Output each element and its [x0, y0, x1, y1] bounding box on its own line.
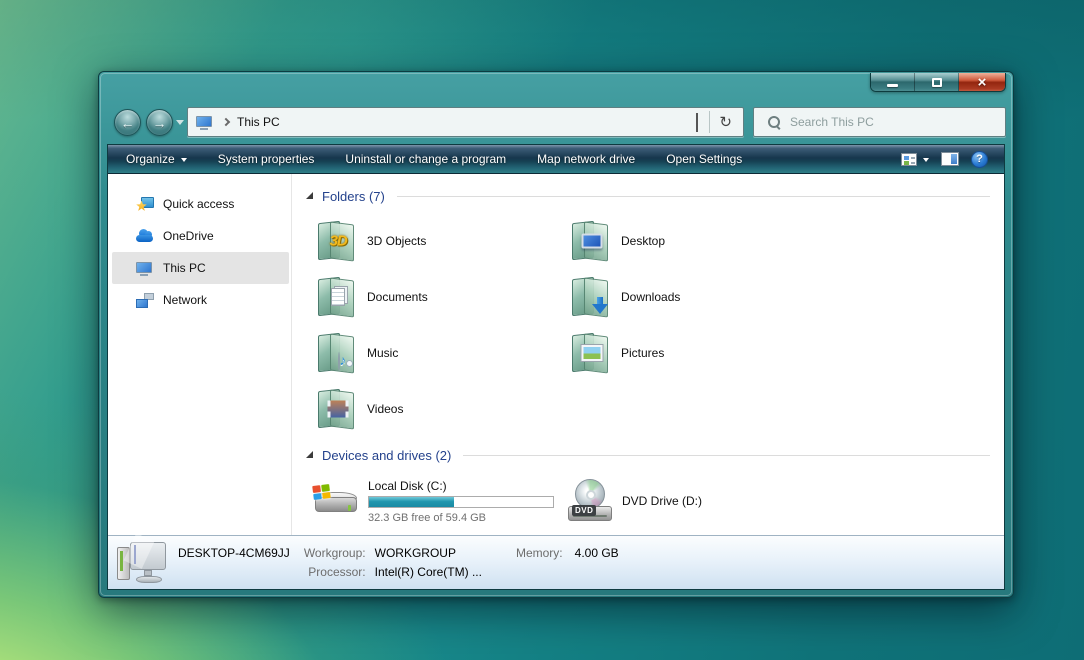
drives-grid: Local Disk (C:) 32.3 GB free of 59.4 GB … — [312, 477, 994, 524]
toolbar-right-group: ? — [901, 151, 1004, 168]
navigation-pane: Quick access OneDrive This PC Network — [108, 174, 291, 535]
sidebar-item-onedrive[interactable]: OneDrive — [112, 220, 289, 252]
maximize-icon — [932, 78, 942, 87]
folder-item-music[interactable]: Music — [314, 325, 568, 381]
maximize-button[interactable] — [915, 73, 959, 91]
divider — [709, 111, 710, 133]
memory-field: Memory: 4.00 GB — [516, 546, 619, 560]
open-settings-button[interactable]: Open Settings — [666, 152, 742, 166]
recent-pages-dropdown-icon[interactable] — [176, 120, 184, 125]
divider — [463, 455, 990, 456]
collapse-triangle-icon — [306, 192, 313, 199]
divider — [397, 196, 990, 197]
folder-item-desktop[interactable]: Desktop — [568, 213, 822, 269]
system-properties-button[interactable]: System properties — [218, 152, 315, 166]
explorer-body: Quick access OneDrive This PC Network — [108, 174, 1004, 535]
sidebar-item-quick-access[interactable]: Quick access — [112, 188, 289, 220]
minimize-button[interactable] — [871, 73, 915, 91]
dropdown-caret-icon — [181, 158, 187, 162]
explorer-window: × ← → This PC ↻ Organize — [98, 71, 1014, 598]
drive-item-dvd[interactable]: DVD DVD Drive (D:) — [566, 477, 866, 524]
folder-music-icon — [314, 332, 358, 375]
details-pane: DESKTOP-4CM69JJ Workgroup: WORKGROUP Pro… — [108, 535, 1004, 589]
client-area: Organize System properties Uninstall or … — [107, 144, 1005, 590]
folder-item-pictures[interactable]: Pictures — [568, 325, 822, 381]
search-box[interactable] — [753, 107, 1006, 137]
organize-button[interactable]: Organize — [126, 152, 187, 166]
dvd-drive-icon: DVD — [566, 478, 614, 524]
folder-downloads-icon — [568, 276, 612, 319]
group-header-folders[interactable]: Folders (7) — [300, 186, 994, 206]
sidebar-item-network[interactable]: Network — [112, 284, 289, 316]
minimize-icon — [887, 84, 898, 87]
command-bar: Organize System properties Uninstall or … — [108, 145, 1004, 174]
preview-pane-button[interactable] — [941, 152, 959, 166]
breadcrumb-chevron-icon[interactable] — [222, 118, 230, 126]
help-button[interactable]: ? — [971, 151, 988, 168]
arrow-left-icon: ← — [121, 115, 135, 131]
close-button[interactable]: × — [959, 73, 1005, 91]
folder-item-documents[interactable]: Documents — [314, 269, 568, 325]
search-icon — [768, 116, 781, 129]
disk-capacity-fill — [369, 497, 454, 507]
details-fields: Workgroup: WORKGROUP Processor: Intel(R)… — [304, 546, 482, 579]
forward-button[interactable]: → — [146, 109, 173, 136]
disk-capacity-bar — [368, 496, 554, 508]
folder-desktop-icon — [568, 220, 612, 263]
computer-name: DESKTOP-4CM69JJ — [178, 546, 290, 560]
breadcrumb-this-pc[interactable]: This PC — [237, 115, 280, 129]
close-icon: × — [978, 75, 987, 90]
drive-item-local-disk[interactable]: Local Disk (C:) 32.3 GB free of 59.4 GB — [312, 477, 566, 524]
network-icon — [136, 293, 154, 308]
collapse-triangle-icon — [306, 451, 313, 458]
file-list: Folders (7) 3D 3D Objects Desktop — [291, 174, 1004, 535]
computer-icon — [115, 542, 169, 588]
address-bar[interactable]: This PC ↻ — [187, 107, 744, 137]
disk-free-space-text: 32.3 GB free of 59.4 GB — [368, 512, 554, 524]
group-header-devices[interactable]: Devices and drives (2) — [300, 445, 994, 465]
folder-documents-icon — [314, 276, 358, 319]
views-icon — [901, 153, 917, 166]
dropdown-caret-icon — [923, 158, 929, 162]
folder-item-downloads[interactable]: Downloads — [568, 269, 822, 325]
this-pc-icon — [196, 115, 214, 130]
quick-access-icon — [136, 197, 154, 212]
onedrive-icon — [136, 229, 154, 244]
folder-item-videos[interactable]: Videos — [314, 381, 568, 437]
search-input[interactable] — [790, 115, 997, 129]
folder-pictures-icon — [568, 332, 612, 375]
desktop-wallpaper: × ← → This PC ↻ Organize — [0, 0, 1084, 660]
hard-drive-icon — [312, 485, 360, 523]
change-view-button[interactable] — [901, 153, 929, 166]
folder-3d-objects-icon: 3D — [314, 220, 358, 263]
folder-videos-icon — [314, 388, 358, 431]
address-dropdown-button[interactable] — [687, 109, 707, 135]
sidebar-item-this-pc[interactable]: This PC — [112, 252, 289, 284]
refresh-button[interactable]: ↻ — [712, 115, 739, 130]
map-network-drive-button[interactable]: Map network drive — [537, 152, 635, 166]
uninstall-program-button[interactable]: Uninstall or change a program — [345, 152, 506, 166]
chevron-down-icon — [696, 113, 698, 132]
arrow-right-icon: → — [153, 115, 167, 131]
folders-grid: 3D 3D Objects Desktop Documents — [314, 213, 994, 437]
window-controls: × — [870, 73, 1006, 92]
this-pc-icon — [136, 261, 154, 276]
folder-item-3d-objects[interactable]: 3D 3D Objects — [314, 213, 568, 269]
back-button[interactable]: ← — [114, 109, 141, 136]
